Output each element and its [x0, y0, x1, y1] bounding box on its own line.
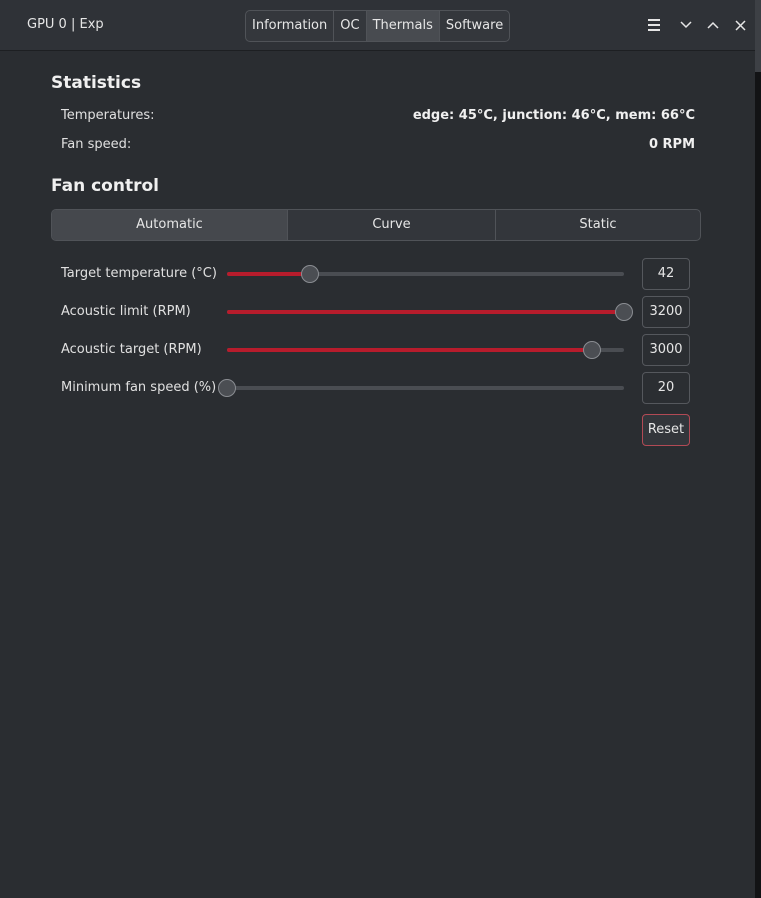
close-icon — [734, 19, 746, 31]
minimize-icon — [680, 21, 692, 29]
header-bar: GPU 0 | Exp Information OC Thermals Soft… — [0, 0, 755, 51]
menu-icon — [648, 19, 660, 31]
slider-thumb[interactable] — [615, 303, 633, 321]
acoustic-target-slider[interactable] — [227, 341, 624, 359]
tab-software[interactable]: Software — [440, 11, 509, 41]
scroll-indicator — [755, 0, 761, 72]
menu-button[interactable] — [643, 14, 665, 36]
statistics-heading: Statistics — [51, 73, 142, 93]
target-temperature-slider[interactable] — [227, 265, 624, 283]
slider-thumb[interactable] — [583, 341, 601, 359]
acoustic-limit-row: Acoustic limit (RPM) 3200 — [0, 296, 755, 328]
target-temperature-spinbox[interactable]: 42 — [642, 258, 690, 290]
acoustic-limit-spinbox[interactable]: 3200 — [642, 296, 690, 328]
tab-thermals[interactable]: Thermals — [366, 11, 440, 41]
slider-thumb[interactable] — [218, 379, 236, 397]
window-edge — [755, 0, 761, 898]
fan-speed-value: 0 RPM — [648, 137, 695, 152]
maximize-button[interactable] — [702, 14, 724, 36]
tab-information[interactable]: Information — [246, 11, 335, 41]
acoustic-target-row: Acoustic target (RPM) 3000 — [0, 334, 755, 366]
slider-thumb[interactable] — [301, 265, 319, 283]
app-window: GPU 0 | Exp Information OC Thermals Soft… — [0, 0, 755, 898]
slider-fill — [227, 310, 624, 314]
minimum-fan-speed-label: Minimum fan speed (%) — [61, 380, 217, 395]
minimum-fan-speed-slider[interactable] — [218, 379, 624, 397]
fan-control-heading: Fan control — [51, 176, 159, 196]
acoustic-target-spinbox[interactable]: 3000 — [642, 334, 690, 366]
acoustic-limit-label: Acoustic limit (RPM) — [61, 304, 191, 319]
fan-speed-label: Fan speed: — [61, 137, 132, 152]
target-temperature-label: Target temperature (°C) — [61, 266, 217, 281]
acoustic-limit-slider[interactable] — [227, 303, 633, 321]
fan-mode-switcher: Automatic Curve Static — [51, 209, 701, 241]
window-title: GPU 0 | Exp — [27, 17, 104, 32]
acoustic-target-label: Acoustic target (RPM) — [61, 342, 202, 357]
slider-fill — [227, 348, 592, 352]
close-button[interactable] — [729, 14, 751, 36]
minimum-fan-speed-row: Minimum fan speed (%) 20 — [0, 372, 755, 404]
temperatures-value: edge: 45°C, junction: 46°C, mem: 66°C — [412, 108, 695, 123]
temperatures-label: Temperatures: — [61, 108, 155, 123]
mode-curve[interactable]: Curve — [288, 210, 496, 240]
tab-oc[interactable]: OC — [334, 11, 367, 41]
minimum-fan-speed-spinbox[interactable]: 20 — [642, 372, 690, 404]
mode-automatic[interactable]: Automatic — [52, 210, 288, 240]
maximize-icon — [707, 21, 719, 29]
mode-static[interactable]: Static — [496, 210, 700, 240]
slider-fill — [227, 272, 310, 276]
minimize-button[interactable] — [675, 14, 697, 36]
target-temperature-row: Target temperature (°C) 42 — [0, 258, 755, 290]
page-tab-switcher: Information OC Thermals Software — [245, 10, 511, 42]
reset-button[interactable]: Reset — [642, 414, 690, 446]
